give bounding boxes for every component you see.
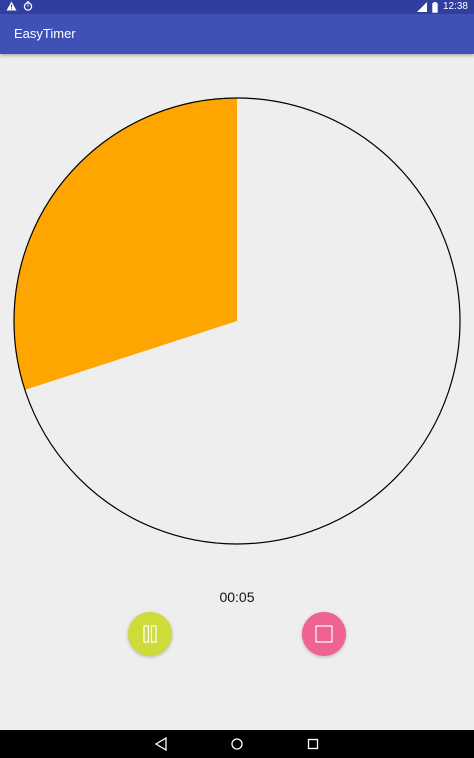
pause-button[interactable] [128,612,172,656]
elapsed-slice [13,98,237,390]
battery-icon [432,1,438,13]
recents-icon[interactable] [306,737,320,751]
signal-icon [416,2,427,12]
stop-icon [315,625,333,643]
navigation-bar [0,730,474,758]
status-time: 12:38 [442,1,468,12]
pause-icon [143,625,157,643]
back-icon[interactable] [154,737,168,751]
app-bar: EasyTimer [0,14,474,54]
timer-pie [13,97,461,545]
alarm-icon [23,1,33,11]
home-icon[interactable] [230,737,244,751]
warning-icon [6,1,17,11]
stop-button[interactable] [302,612,346,656]
app-title: EasyTimer [14,26,76,41]
status-bar: 12:38 [0,0,474,14]
elapsed-time-label: 00:05 [219,589,255,605]
